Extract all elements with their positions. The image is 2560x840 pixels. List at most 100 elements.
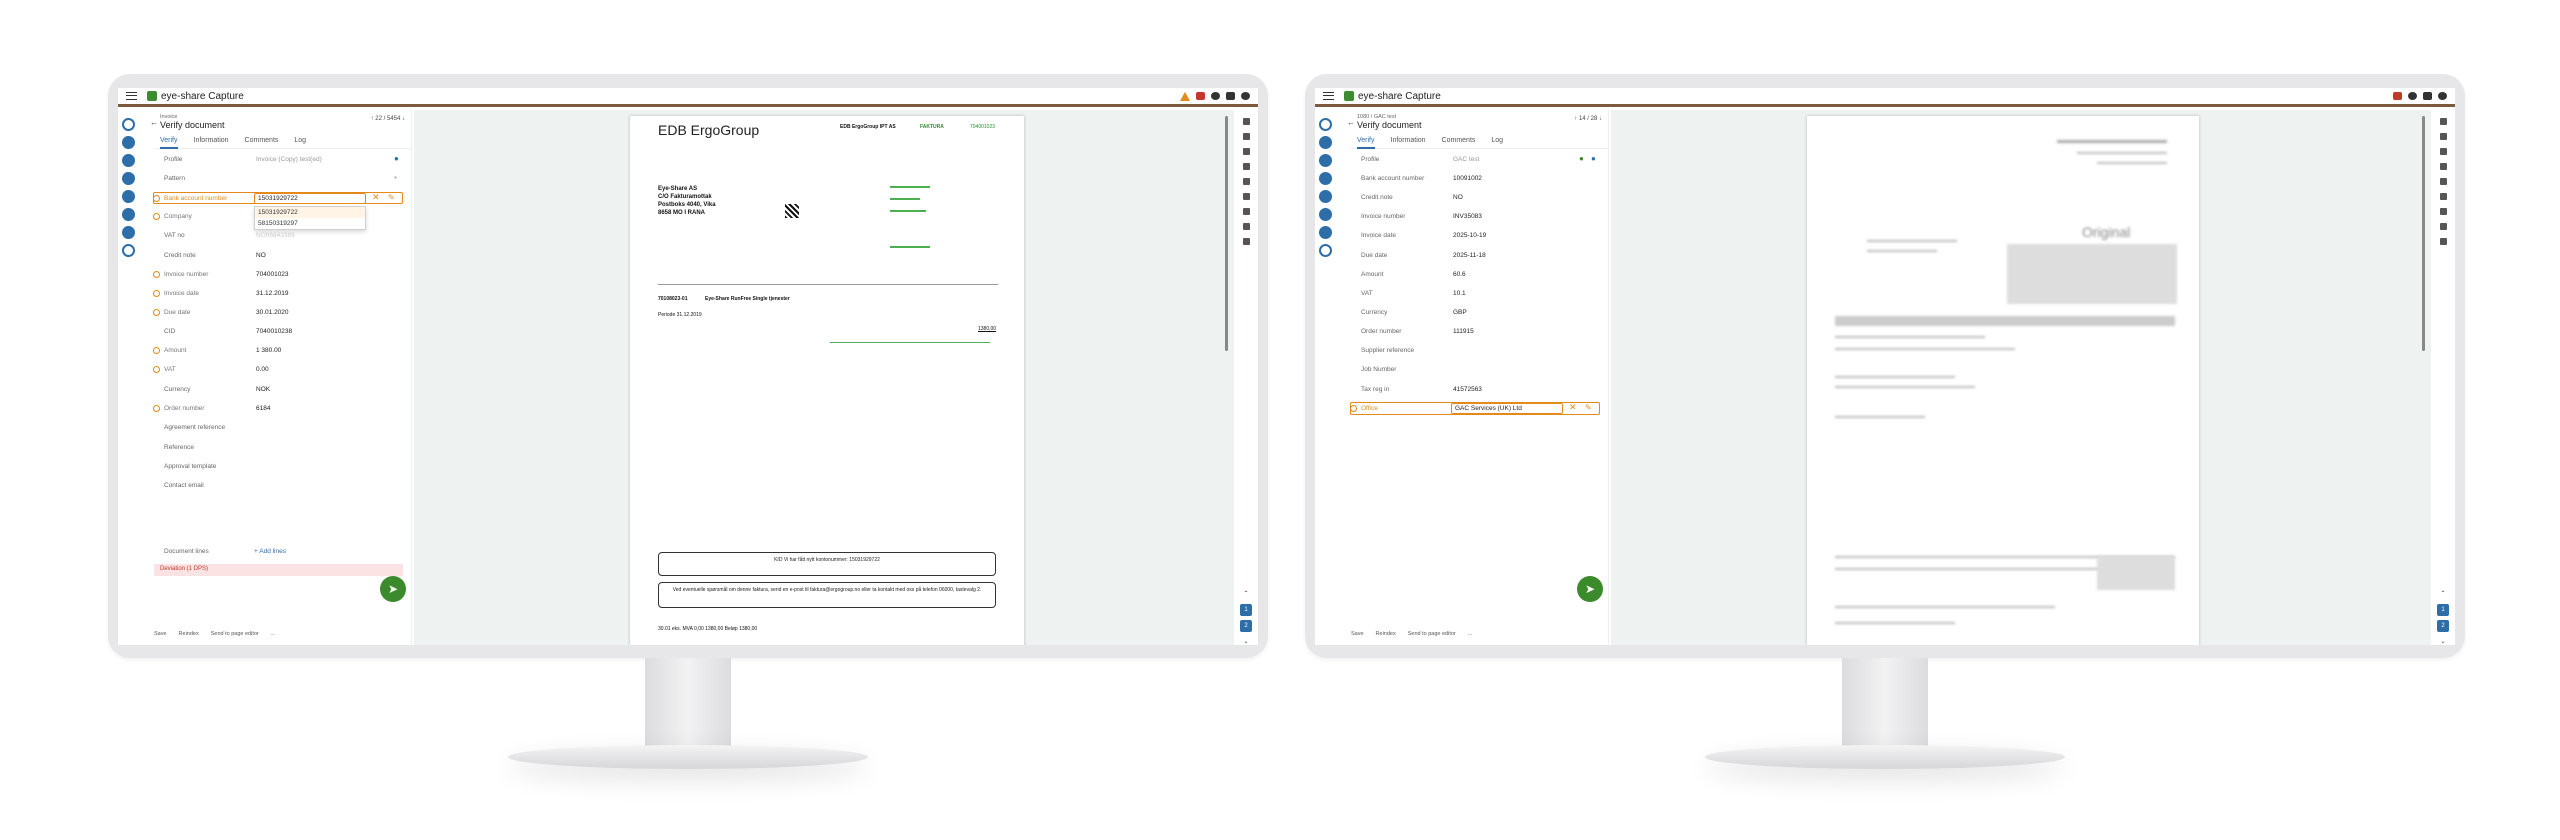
- nav-inbox-icon[interactable]: [121, 154, 135, 167]
- tab-comments[interactable]: Comments: [1442, 135, 1476, 148]
- tab-comments[interactable]: Comments: [245, 135, 279, 148]
- nav-home-icon[interactable]: [1318, 118, 1332, 131]
- dropdown-option[interactable]: 15031929722: [255, 207, 365, 218]
- send-to-page-editor-button[interactable]: Send to page editor: [1408, 631, 1456, 637]
- fit-width-icon[interactable]: [1242, 163, 1250, 170]
- tab-log[interactable]: Log: [1491, 135, 1503, 148]
- field-value[interactable]: Invoice (Copy) test(ed): [256, 156, 322, 163]
- field-value[interactable]: NOK: [256, 386, 270, 393]
- field-value[interactable]: INV35083: [1453, 213, 1482, 220]
- field-value[interactable]: 2025-11-18: [1453, 252, 1486, 259]
- page-down-icon[interactable]: ⌄: [1240, 636, 1252, 645]
- field-value[interactable]: 6184: [256, 405, 270, 412]
- field-value[interactable]: 704001023: [256, 271, 289, 278]
- bank-account-input[interactable]: 15031929722: [254, 193, 366, 204]
- flag-icon[interactable]: [1196, 92, 1205, 100]
- vertical-scrollbar[interactable]: [2422, 116, 2425, 351]
- user-icon[interactable]: [1241, 92, 1250, 100]
- field-value[interactable]: NO: [1453, 194, 1463, 201]
- menu-icon[interactable]: [1323, 92, 1334, 100]
- rotate-right-icon[interactable]: [1242, 193, 1250, 200]
- fit-page-icon[interactable]: [1242, 148, 1250, 155]
- save-button[interactable]: Save: [154, 631, 167, 637]
- field-value[interactable]: 2025-10-19: [1453, 232, 1486, 239]
- info-icon[interactable]: ●: [1591, 154, 1596, 163]
- warning-icon[interactable]: [1180, 91, 1190, 101]
- office-input[interactable]: GAC Services (UK) Ltd: [1451, 403, 1563, 414]
- help-icon[interactable]: [2408, 92, 2417, 100]
- notification-icon[interactable]: ●: [1579, 154, 1584, 163]
- rotate-left-icon[interactable]: [2439, 178, 2447, 185]
- rotate-left-icon[interactable]: [1242, 178, 1250, 185]
- field-value[interactable]: 60.6: [1453, 271, 1466, 278]
- nav-documents-icon[interactable]: [1318, 136, 1332, 149]
- nav-help-icon[interactable]: [1318, 244, 1332, 257]
- pattern-icon[interactable]: ▪: [394, 173, 397, 182]
- flag-icon[interactable]: [2393, 92, 2402, 100]
- rotate-right-icon[interactable]: [2439, 193, 2447, 200]
- back-arrow-icon[interactable]: ←: [150, 118, 158, 127]
- page-1-button[interactable]: 1: [2437, 604, 2449, 616]
- tab-information[interactable]: Information: [1391, 135, 1426, 148]
- clear-icon[interactable]: ✕: [372, 192, 380, 203]
- add-lines-button[interactable]: + Add lines: [254, 548, 286, 555]
- page-up-icon[interactable]: ⌃: [2437, 588, 2449, 600]
- download-icon[interactable]: [2439, 223, 2447, 230]
- field-value[interactable]: 31.12.2019: [256, 290, 289, 297]
- info-icon[interactable]: ●: [394, 154, 399, 163]
- field-value[interactable]: 30.01.2020: [256, 309, 289, 316]
- page-down-icon[interactable]: ⌄: [2437, 636, 2449, 645]
- field-value[interactable]: GAC test: [1453, 156, 1479, 163]
- mail-icon[interactable]: [2423, 92, 2432, 100]
- field-value[interactable]: 0.00: [256, 366, 269, 373]
- vertical-scrollbar[interactable]: [1225, 116, 1228, 351]
- tab-verify[interactable]: Verify: [1357, 135, 1375, 149]
- nav-users-icon[interactable]: [1318, 172, 1332, 185]
- user-icon[interactable]: [2438, 92, 2447, 100]
- nav-settings-icon[interactable]: [1318, 226, 1332, 239]
- pager[interactable]: ↑ 14 / 28 ↓: [1574, 116, 1602, 122]
- field-value[interactable]: 10091002: [1453, 175, 1482, 182]
- field-value[interactable]: 10.1: [1453, 290, 1466, 297]
- pager[interactable]: ↑ 22 / 5454 ↓: [371, 116, 405, 122]
- print-icon[interactable]: [1242, 208, 1250, 215]
- page-1-button[interactable]: 1: [1240, 604, 1252, 616]
- fit-page-icon[interactable]: [2439, 148, 2447, 155]
- fit-width-icon[interactable]: [2439, 163, 2447, 170]
- more-button[interactable]: ...: [271, 631, 276, 637]
- nav-settings-icon[interactable]: [121, 226, 135, 239]
- zoom-in-icon[interactable]: [1242, 118, 1250, 125]
- tab-information[interactable]: Information: [194, 135, 229, 148]
- reindex-button[interactable]: Reindex: [1376, 631, 1396, 637]
- dropdown-option[interactable]: 58150319297: [255, 218, 365, 229]
- back-arrow-icon[interactable]: ←: [1347, 118, 1355, 127]
- field-value[interactable]: 7040010238: [256, 328, 292, 335]
- zoom-out-icon[interactable]: [1242, 133, 1250, 140]
- field-value[interactable]: NO: [256, 252, 266, 259]
- nav-archive-icon[interactable]: [1318, 208, 1332, 221]
- nav-mail-icon[interactable]: [1318, 190, 1332, 203]
- nav-archive-icon[interactable]: [121, 208, 135, 221]
- send-button[interactable]: ➤: [1577, 576, 1603, 602]
- clear-icon[interactable]: ✕: [1569, 402, 1577, 413]
- help-icon[interactable]: [1211, 92, 1220, 100]
- save-button[interactable]: Save: [1351, 631, 1364, 637]
- nav-help-icon[interactable]: [121, 244, 135, 257]
- edit-page-icon[interactable]: [1242, 238, 1250, 245]
- field-value[interactable]: 41572563: [1453, 386, 1482, 393]
- field-value[interactable]: GBP: [1453, 309, 1467, 316]
- page-2-button[interactable]: 2: [1240, 620, 1252, 632]
- edit-page-icon[interactable]: [2439, 238, 2447, 245]
- nav-inbox-icon[interactable]: [1318, 154, 1332, 167]
- zoom-in-icon[interactable]: [2439, 118, 2447, 125]
- field-value[interactable]: NO96843383: [256, 232, 295, 239]
- edit-icon[interactable]: ✎: [388, 193, 395, 202]
- field-value[interactable]: 111915: [1453, 328, 1474, 335]
- page-up-icon[interactable]: ⌃: [1240, 588, 1252, 600]
- mail-icon[interactable]: [1226, 92, 1235, 100]
- nav-mail-icon[interactable]: [121, 190, 135, 203]
- print-icon[interactable]: [2439, 208, 2447, 215]
- tab-log[interactable]: Log: [294, 135, 306, 148]
- nav-documents-icon[interactable]: [121, 136, 135, 149]
- zoom-out-icon[interactable]: [2439, 133, 2447, 140]
